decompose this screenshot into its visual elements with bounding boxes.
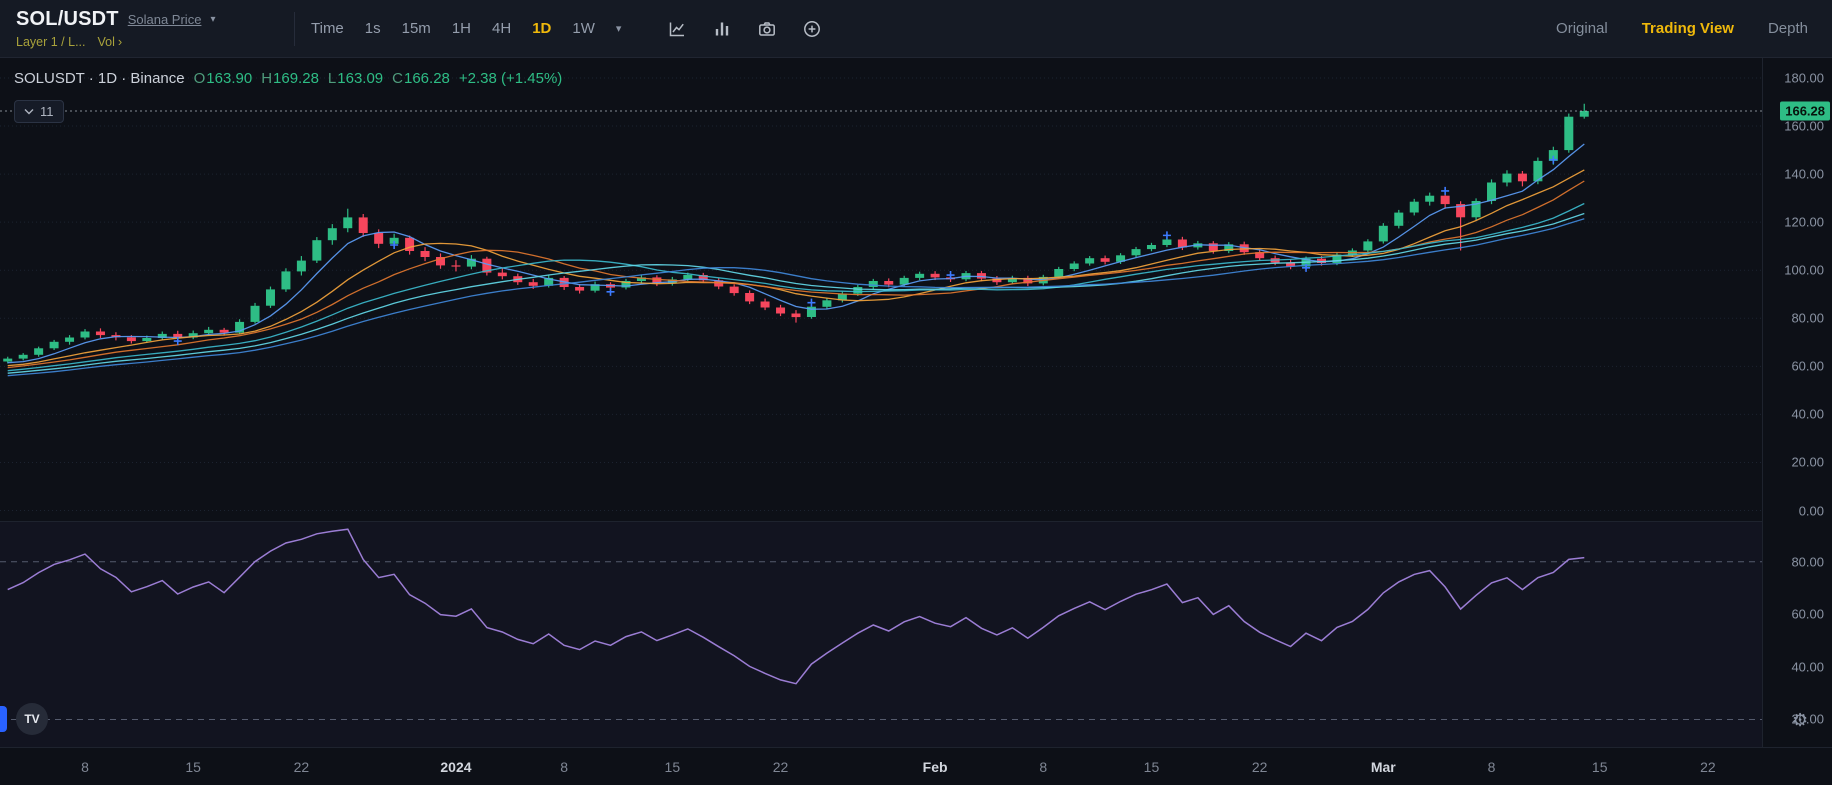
chart-region: SOLUSDT · 1D · Binance O163.90 H169.28 L… <box>0 58 1832 785</box>
legend-open: O163.90 <box>194 70 253 87</box>
rsi-indicator-chart[interactable] <box>0 521 1762 747</box>
symbol-block: SOL/USDT Solana Price ▾ Layer 1 / L... V… <box>16 8 278 49</box>
time-axis-label: 15 <box>665 759 681 775</box>
pair-title: SOL/USDT <box>16 8 119 31</box>
time-axis-label: 8 <box>81 759 89 775</box>
price-axis-label: 80.00 <box>1791 311 1824 326</box>
price-axis-label: 120.00 <box>1784 215 1824 230</box>
time-axis-label: Feb <box>923 759 948 775</box>
interval-1d[interactable]: 1D <box>532 20 551 37</box>
category-tag[interactable]: Layer 1 / L... <box>16 35 85 49</box>
tradingview-logo[interactable]: TV <box>16 703 48 735</box>
interval-1h[interactable]: 1H <box>452 20 471 37</box>
vol-chevron-icon: › <box>118 34 122 49</box>
price-axis-label: 160.00 <box>1784 119 1824 134</box>
price-axis-label: 140.00 <box>1784 167 1824 182</box>
solana-price-link[interactable]: Solana Price <box>128 12 202 27</box>
price-pane[interactable] <box>0 58 1762 521</box>
price-axis-label: 100.00 <box>1784 263 1824 278</box>
time-axis-label: 22 <box>1252 759 1268 775</box>
time-axis-label: 22 <box>773 759 789 775</box>
symbol-dropdown-caret-icon[interactable]: ▾ <box>210 14 215 25</box>
time-axis-label: 8 <box>1488 759 1496 775</box>
plus-circle-icon[interactable] <box>802 19 822 39</box>
view-mode-tabs: Original Trading View Depth <box>1556 20 1816 37</box>
vol-tag-label: Vol <box>97 35 114 49</box>
interval-1w[interactable]: 1W <box>572 20 595 37</box>
time-axis-label: Mar <box>1371 759 1396 775</box>
legend-close: C166.28 <box>392 70 450 87</box>
tab-trading-view[interactable]: Trading View <box>1642 20 1734 37</box>
interval-1s[interactable]: 1s <box>365 20 381 37</box>
chart-header-bar: SOL/USDT Solana Price ▾ Layer 1 / L... V… <box>0 0 1832 58</box>
last-price-tag: 166.28 <box>1780 101 1830 120</box>
price-axis-label: 20.00 <box>1791 455 1824 470</box>
time-axis[interactable]: 8 15 22 2024 8 15 22 Feb 8 15 22 Mar 8 15 22 <box>0 747 1832 785</box>
time-axis-label: 15 <box>1592 759 1608 775</box>
line-chart-icon[interactable] <box>667 19 687 39</box>
chart-tools <box>667 19 822 39</box>
time-axis-label: 15 <box>185 759 201 775</box>
time-dropdown[interactable]: Time <box>311 20 344 37</box>
interval-4h[interactable]: 4H <box>492 20 511 37</box>
rsi-line <box>8 529 1585 684</box>
rsi-pane[interactable] <box>0 521 1762 747</box>
gear-icon[interactable]: ⚙ <box>1792 710 1808 731</box>
time-axis-label: 8 <box>1039 759 1047 775</box>
chevron-down-icon <box>24 108 34 115</box>
binance-trading-page: SOL/USDT Solana Price ▾ Layer 1 / L... V… <box>0 0 1832 785</box>
candles-layer <box>3 104 1589 364</box>
interval-15m[interactable]: 15m <box>402 20 431 37</box>
rsi-axis-label: 60.00 <box>1791 607 1824 622</box>
vol-tag[interactable]: Vol › <box>97 34 122 49</box>
legend-low: L163.09 <box>328 70 383 87</box>
legend-change: +2.38 (+1.45%) <box>459 70 562 87</box>
camera-icon[interactable] <box>757 19 777 39</box>
tab-depth[interactable]: Depth <box>1768 20 1808 37</box>
interval-dropdown-caret-icon[interactable]: ▾ <box>616 22 622 35</box>
price-axis[interactable]: 166.28 180.00 160.00 140.00 120.00 100.00 80.… <box>1762 58 1832 747</box>
legend-symbol[interactable]: SOLUSDT · 1D · Binance <box>14 70 185 87</box>
indicators-collapse-chip[interactable]: 11 <box>14 100 64 123</box>
indicator-count: 11 <box>40 104 54 119</box>
candlestick-chart[interactable] <box>0 58 1762 521</box>
price-axis-label: 40.00 <box>1791 407 1824 422</box>
left-edge-tab[interactable] <box>0 706 7 732</box>
time-axis-label: 15 <box>1144 759 1160 775</box>
category-tag-label: Layer 1 / L... <box>16 35 85 49</box>
rsi-axis-label: 80.00 <box>1791 554 1824 569</box>
price-axis-label: 60.00 <box>1791 359 1824 374</box>
rsi-axis-label: 40.00 <box>1791 659 1824 674</box>
time-axis-label: 8 <box>560 759 568 775</box>
ma-lines-layer <box>8 144 1585 376</box>
chart-legend: SOLUSDT · 1D · Binance O163.90 H169.28 L… <box>14 70 562 87</box>
time-axis-label: 2024 <box>440 759 471 775</box>
tab-original[interactable]: Original <box>1556 20 1608 37</box>
bar-chart-icon[interactable] <box>712 19 732 39</box>
pane-divider[interactable] <box>0 521 1762 522</box>
price-axis-label: 0.00 <box>1799 503 1824 518</box>
time-axis-label: 22 <box>294 759 310 775</box>
price-axis-label: 180.00 <box>1784 70 1824 85</box>
interval-toolbar: Time 1s 15m 1H 4H 1D 1W ▾ <box>311 20 621 37</box>
legend-high: H169.28 <box>261 70 319 87</box>
time-axis-label: 22 <box>1700 759 1716 775</box>
header-divider <box>294 12 295 46</box>
